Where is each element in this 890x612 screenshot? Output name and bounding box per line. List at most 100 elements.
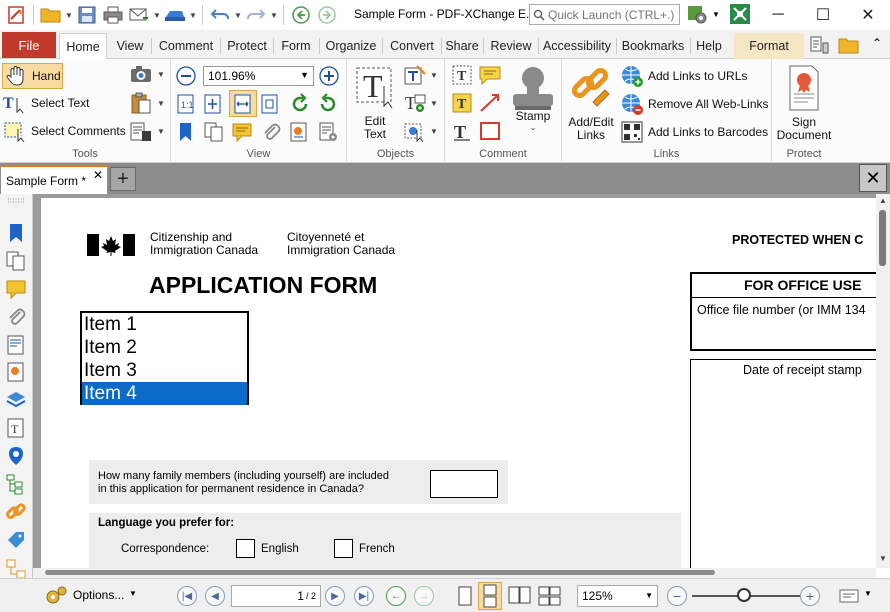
scroll-down-icon[interactable]: ▼	[879, 554, 887, 563]
content-panel-icon[interactable]: T	[5, 417, 27, 439]
tab-form[interactable]: Form	[275, 33, 317, 59]
tab-bookmarks[interactable]: Bookmarks	[618, 33, 688, 59]
comments-pane-button[interactable]	[231, 121, 253, 143]
maximize-button[interactable]: ☐	[800, 0, 846, 30]
zoom-level-dropdown[interactable]: 101.96% ▼	[203, 66, 314, 86]
zoom-dropdown[interactable]: 125% ▼	[577, 585, 658, 607]
family-members-input[interactable]	[430, 470, 498, 498]
horizontal-scroll-thumb[interactable]	[45, 570, 715, 575]
vertical-scrollbar[interactable]: ▲ ▼	[876, 194, 890, 568]
zoom-slider-handle[interactable]	[737, 588, 751, 602]
links-panel-icon[interactable]	[5, 501, 27, 523]
bookmarks-panel-icon[interactable]	[5, 222, 27, 244]
chevron-down-icon[interactable]: ▼	[234, 11, 242, 20]
last-page-button[interactable]: ▶|	[354, 586, 374, 606]
tab-convert[interactable]: Convert	[384, 33, 440, 59]
redo-icon[interactable]	[244, 3, 268, 27]
list-item[interactable]: Item 2	[82, 336, 247, 359]
facing-pages-icon[interactable]	[507, 585, 533, 607]
tab-format[interactable]: Format	[734, 33, 804, 59]
chevron-down-icon[interactable]: ▼	[129, 589, 137, 598]
close-document-button[interactable]: ✕	[859, 164, 887, 192]
first-page-button[interactable]: |◀	[177, 586, 197, 606]
fit-visible-button[interactable]	[260, 93, 280, 115]
quick-launch-search[interactable]	[529, 4, 680, 25]
signatures-panel-icon[interactable]	[5, 558, 27, 580]
tab-protect[interactable]: Protect	[222, 33, 272, 59]
destinations-panel-icon[interactable]	[5, 445, 27, 467]
select-text-button[interactable]: T Select Text	[3, 92, 89, 114]
structure-panel-icon[interactable]	[5, 473, 27, 495]
open-folder-icon[interactable]	[39, 3, 63, 27]
english-checkbox[interactable]	[236, 539, 255, 558]
attachments-panel-icon[interactable]	[5, 306, 27, 328]
zoom-out-button[interactable]	[176, 66, 196, 86]
select-comments-button[interactable]: Select Comments	[3, 120, 126, 142]
attachments-button[interactable]	[260, 121, 282, 143]
add-image-object-button[interactable]: T ▼	[403, 92, 438, 114]
close-tab-icon[interactable]: ✕	[93, 168, 103, 182]
chevron-down-icon[interactable]: ▼	[864, 589, 872, 598]
tab-comment[interactable]: Comment	[153, 33, 219, 59]
close-button[interactable]: ✕	[845, 0, 890, 30]
fullscreen-icon[interactable]	[729, 3, 753, 27]
customize-ui-icon[interactable]	[686, 3, 710, 27]
edit-text-button[interactable]: T Edit Text	[351, 64, 399, 142]
typewriter-button[interactable]: ▼	[129, 120, 165, 142]
pages-button[interactable]	[203, 121, 225, 143]
previous-page-button[interactable]: ◀	[205, 586, 225, 606]
add-edit-links-button[interactable]: Add/Edit Links	[565, 64, 617, 148]
new-tab-button[interactable]: +	[110, 167, 136, 191]
tab-review[interactable]: Review	[485, 33, 537, 59]
vertical-scroll-thumb[interactable]	[879, 210, 886, 266]
document-viewport[interactable]: Citizenship and Immigration Canada Citoy…	[33, 194, 876, 568]
scroll-up-icon[interactable]: ▲	[879, 196, 887, 205]
single-page-icon[interactable]	[456, 585, 474, 607]
properties-panel-icon[interactable]	[5, 334, 27, 356]
nav-back-icon[interactable]	[289, 3, 313, 27]
add-text-object-button[interactable]: ▼	[403, 64, 438, 86]
page-properties-button[interactable]	[288, 121, 310, 143]
tab-organize[interactable]: Organize	[321, 33, 381, 59]
thumbnails-panel-icon[interactable]	[5, 250, 27, 272]
list-item[interactable]: Item 3	[82, 359, 247, 382]
list-box-field[interactable]: Item 1 Item 2 Item 3 Item 4	[80, 311, 249, 405]
clipboard-button[interactable]: ▼	[129, 92, 165, 114]
ribbon-options-icon[interactable]	[809, 35, 831, 58]
page-info-panel-icon[interactable]	[5, 361, 27, 383]
text-box-button[interactable]: T	[451, 92, 473, 114]
pdf-page[interactable]: Citizenship and Immigration Canada Citoy…	[41, 198, 876, 568]
callout-button[interactable]: T	[451, 120, 473, 142]
previous-view-button[interactable]: ←	[386, 586, 406, 606]
french-checkbox[interactable]	[334, 539, 353, 558]
snapshot-button[interactable]: ▼	[129, 63, 165, 85]
chevron-down-icon[interactable]: ▼	[65, 11, 73, 20]
facing-continuous-icon[interactable]	[537, 585, 563, 607]
arrow-button[interactable]	[478, 92, 502, 114]
hand-tool-button[interactable]: Hand	[2, 63, 63, 89]
quick-launch-input[interactable]	[548, 7, 676, 22]
undo-icon[interactable]	[208, 3, 232, 27]
grip-icon[interactable]	[5, 196, 27, 206]
collapse-ribbon-icon[interactable]: ⌃	[872, 36, 882, 50]
fit-width-button[interactable]	[229, 90, 257, 117]
chevron-down-icon[interactable]: ▼	[270, 11, 278, 20]
comments-panel-icon[interactable]	[5, 278, 27, 300]
next-page-button[interactable]: ▶	[325, 586, 345, 606]
add-shape-object-button[interactable]: ▼	[403, 120, 438, 142]
tags-panel-icon[interactable]	[5, 529, 27, 551]
page-number-field[interactable]: 1 / 2	[231, 585, 321, 607]
folder-icon[interactable]	[838, 35, 860, 58]
nav-forward-icon[interactable]	[315, 3, 339, 27]
tab-home[interactable]: Home	[59, 33, 107, 60]
tab-help[interactable]: Help	[692, 33, 726, 59]
email-icon[interactable]	[127, 3, 151, 27]
scan-icon[interactable]	[163, 3, 187, 27]
tab-file[interactable]: File	[2, 32, 56, 58]
document-tab-sample-form[interactable]: Sample Form * ✕	[1, 165, 107, 194]
typewriter-tool-button[interactable]: T	[451, 64, 473, 86]
add-links-to-barcodes-button[interactable]: Add Links to Barcodes	[620, 120, 768, 144]
print-icon[interactable]	[101, 3, 125, 27]
save-icon[interactable]	[75, 3, 99, 27]
tab-accessibility[interactable]: Accessibility	[540, 33, 614, 59]
